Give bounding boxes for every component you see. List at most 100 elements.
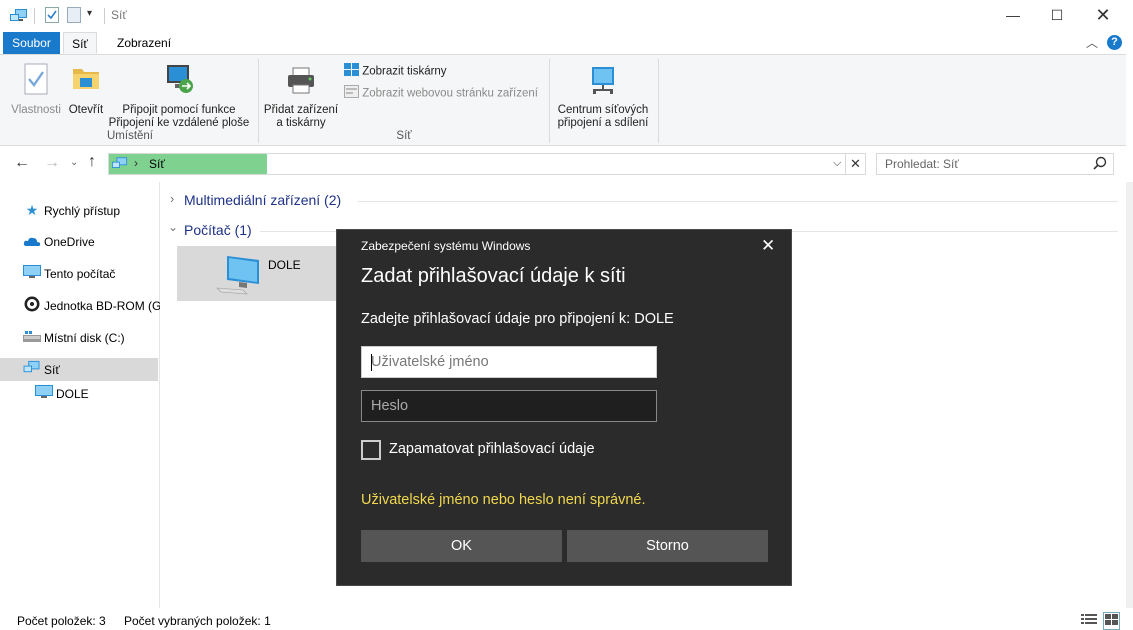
remember-label[interactable]: Zapamatovat přihlašovací údaje [389, 441, 595, 457]
printer-icon [262, 67, 340, 97]
new-folder-quick-icon[interactable] [67, 7, 81, 26]
remember-checkbox[interactable] [361, 440, 381, 460]
status-bar: Počet položek: 3 Počet vybraných položek… [0, 608, 1133, 630]
sidebar-item-label: OneDrive [44, 235, 95, 249]
show-device-page-button[interactable]: Zobrazit webovou stránku zařízení [344, 85, 538, 102]
details-view-icon[interactable] [1081, 613, 1097, 629]
open-button[interactable]: Otevřít [66, 63, 106, 117]
network-center-button[interactable]: Centrum síťových připojení a sdílení [553, 65, 653, 130]
close-button[interactable]: ✕ [1080, 0, 1126, 30]
add-device-label-2: a tiskárny [276, 117, 326, 129]
sidebar-item-this-pc[interactable]: Tento počítač [20, 264, 115, 284]
username-input[interactable]: Uživatelské jméno [361, 346, 657, 378]
network-center-icon [553, 65, 653, 97]
scrollbar[interactable] [1126, 182, 1133, 608]
remote-desktop-label-2: Připojení ke vzdálené ploše [108, 117, 250, 129]
search-icon[interactable] [1093, 156, 1107, 173]
status-item-count: Počet položek: 3 [17, 614, 106, 628]
close-icon: ✕ [850, 156, 861, 171]
show-device-page-label: Zobrazit webovou stránku zařízení [362, 87, 538, 100]
search-box[interactable]: Prohledat: Síť [876, 153, 1114, 175]
sidebar-item-local-disk[interactable]: Místní disk (C:) [20, 328, 125, 348]
network-center-label-2: připojení a sdílení [557, 117, 649, 129]
search-input[interactable]: Prohledat: Síť [885, 157, 959, 171]
properties-label: Vlastnosti [11, 104, 61, 116]
recent-locations-icon[interactable]: ⌄ [70, 157, 78, 168]
monitor-icon [32, 384, 56, 405]
status-selected-count: Počet vybraných položek: 1 [124, 614, 271, 628]
close-icon: ✕ [761, 236, 776, 255]
group-separator [258, 59, 259, 143]
dialog-close-button[interactable]: ✕ [761, 236, 775, 256]
clear-address-button[interactable]: ✕ [846, 153, 866, 175]
ribbon: Vlastnosti Otevřít Připojit pomocí funkc… [0, 54, 1126, 146]
folder-icon [66, 63, 106, 97]
dialog-prompt: Zadejte přihlašovací údaje pro připojení… [361, 311, 674, 327]
computer-icon [213, 252, 261, 299]
title-bar: ▾ Síť — ☐ ✕ [0, 0, 1133, 32]
group-header-multimedia[interactable]: › Multimediální zařízení (2) [168, 190, 1118, 212]
computer-name: DOLE [268, 258, 301, 272]
add-device-button[interactable]: Přidat zařízení a tiskárny [262, 67, 340, 130]
tab-file[interactable]: Soubor [3, 32, 60, 54]
computer-item-dole[interactable]: DOLE [177, 246, 337, 301]
ribbon-tabs: Soubor Síť Zobrazení ︿ ? [0, 32, 1133, 54]
disc-icon [20, 296, 44, 316]
group-header-label: Počítač (1) [184, 222, 252, 238]
sidebar-item-network[interactable]: Síť [20, 360, 60, 380]
maximize-button[interactable]: ☐ [1034, 0, 1080, 30]
dialog-header: Zabezpečení systému Windows [361, 239, 531, 253]
properties-icon [6, 63, 66, 97]
separator [34, 8, 35, 24]
address-highlight [109, 154, 267, 174]
ok-button[interactable]: OK [361, 530, 562, 562]
sidebar-item-label: Jednotka BD-ROM (G [44, 299, 160, 314]
drive-icon [20, 329, 44, 349]
back-arrow-icon[interactable]: ← [14, 154, 30, 172]
network-icon [112, 156, 128, 174]
maximize-icon: ☐ [1050, 7, 1064, 23]
remote-desktop-icon [106, 63, 252, 97]
sidebar-item-onedrive[interactable]: OneDrive [20, 232, 95, 252]
help-icon[interactable]: ? [1107, 35, 1122, 50]
username-placeholder: Uživatelské jméno [371, 354, 489, 370]
sidebar-item-quick-access[interactable]: ★ Rychlý přístup [20, 200, 120, 220]
sidebar-item-label: Místní disk (C:) [44, 331, 125, 345]
password-input[interactable]: Heslo [361, 390, 657, 422]
large-icons-view-icon[interactable] [1103, 612, 1120, 630]
up-arrow-icon[interactable]: ↑ [88, 153, 96, 171]
tab-network[interactable]: Síť [63, 32, 97, 54]
properties-quick-icon[interactable] [45, 7, 59, 26]
show-printers-button[interactable]: Zobrazit tiskárny [344, 63, 447, 80]
remote-desktop-button[interactable]: Připojit pomocí funkce Připojení ke vzdá… [106, 63, 252, 130]
error-message: Uživatelské jméno nebo heslo není správn… [361, 492, 646, 508]
group-header-label: Multimediální zařízení (2) [184, 192, 342, 208]
group-separator [658, 59, 659, 143]
sidebar-item-bd-rom[interactable]: Jednotka BD-ROM (G [20, 296, 160, 316]
properties-button[interactable]: Vlastnosti [6, 63, 66, 117]
network-center-label-1: Centrum síťových [557, 104, 649, 116]
group-separator [549, 59, 550, 143]
show-printers-label: Zobrazit tiskárny [362, 65, 447, 78]
group-label-network: Síť [396, 130, 412, 142]
network-icon[interactable] [10, 8, 28, 27]
open-label: Otevřít [68, 104, 104, 116]
monitor-icon [20, 264, 44, 285]
forward-arrow-icon[interactable]: → [44, 154, 60, 172]
sidebar-item-label: DOLE [56, 387, 89, 401]
dialog-title: Zadat přihlašovací údaje k síti [361, 265, 626, 287]
network-icon [20, 360, 44, 381]
breadcrumb-network[interactable]: Síť [149, 157, 165, 171]
address-bar[interactable]: › Síť ⌵ [108, 153, 846, 175]
chevron-down-icon[interactable]: ▾ [87, 8, 92, 19]
web-page-icon [344, 85, 359, 102]
collapse-ribbon-icon[interactable]: ︿ [1086, 34, 1098, 51]
printers-icon [344, 63, 359, 80]
minimize-button[interactable]: — [990, 0, 1036, 30]
tab-view[interactable]: Zobrazení [108, 32, 180, 54]
password-placeholder: Heslo [371, 398, 409, 414]
sidebar-item-dole[interactable]: DOLE [32, 384, 89, 404]
address-dropdown-icon[interactable]: ⌵ [833, 157, 841, 170]
sidebar-item-label: Síť [44, 363, 60, 377]
cancel-button[interactable]: Storno [567, 530, 768, 562]
